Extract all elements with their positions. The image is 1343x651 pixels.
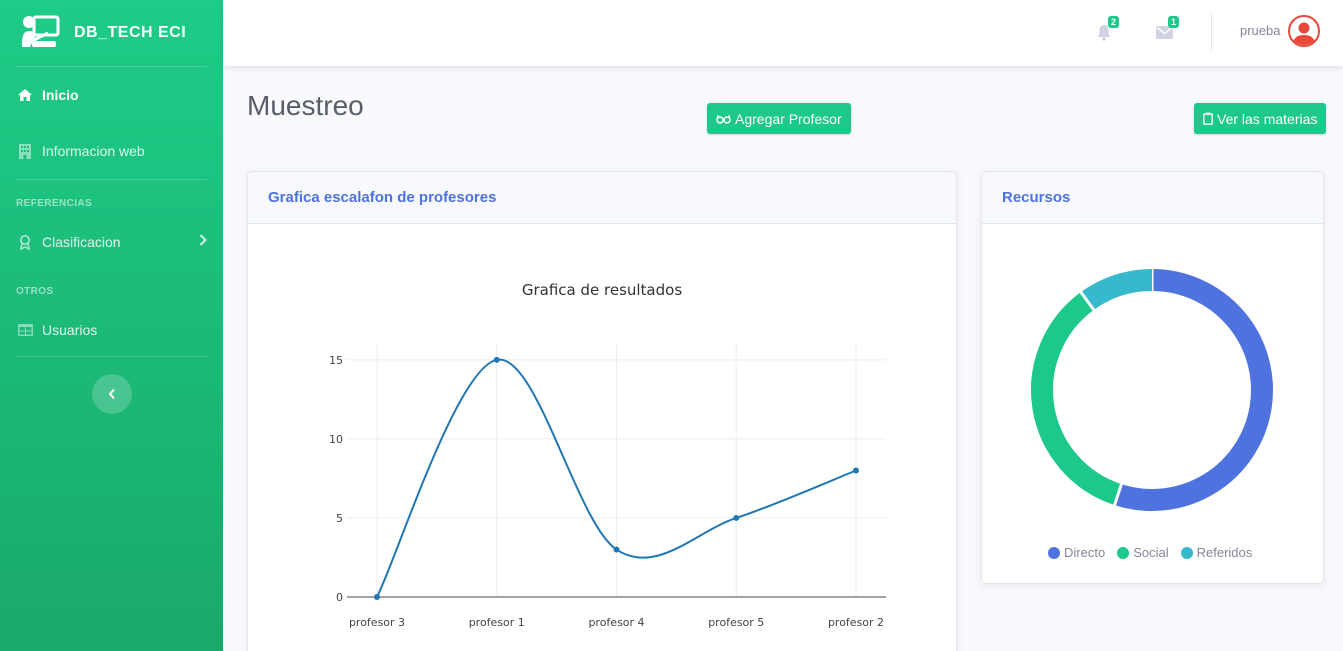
topbar: 2 1 prueba xyxy=(223,0,1343,66)
y-tick-label: 5 xyxy=(336,512,343,525)
donut-slice-social[interactable] xyxy=(1031,292,1122,506)
y-tick-label: 0 xyxy=(336,591,343,604)
chevron-left-icon xyxy=(108,388,115,400)
sidebar-item-usuarios[interactable]: Usuarios xyxy=(0,304,223,356)
y-tick-label: 10 xyxy=(329,433,343,446)
alerts-count-badge: 2 xyxy=(1107,16,1119,28)
donut-slice-referidos[interactable] xyxy=(1080,269,1153,311)
x-tick-label: profesor 3 xyxy=(349,616,405,629)
table-icon xyxy=(16,324,34,336)
messages-count-badge: 1 xyxy=(1167,16,1179,28)
sidebar-brand[interactable]: DB_TECH ECI xyxy=(0,0,223,66)
user-name[interactable]: prueba xyxy=(1240,23,1280,38)
clipboard-icon xyxy=(1203,112,1213,125)
sidebar-item-clasificacion[interactable]: Clasificacion xyxy=(0,216,223,268)
brand-name: DB_TECH ECI xyxy=(74,24,187,41)
x-tick-label: profesor 5 xyxy=(708,616,764,629)
legend-dot-social xyxy=(1117,546,1130,559)
x-tick-label: profesor 1 xyxy=(469,616,525,629)
legend-label: Referidos xyxy=(1196,545,1253,560)
legend-item-social[interactable]: Social xyxy=(1117,545,1169,560)
sidebar-item-label: Clasificacion xyxy=(42,234,121,250)
data-point[interactable] xyxy=(493,356,500,363)
sidebar-item-label: Usuarios xyxy=(42,322,98,338)
sidebar-item-label: Informacion web xyxy=(42,143,145,159)
x-tick-label: profesor 2 xyxy=(828,616,884,629)
sidebar-heading-otros: OTROS xyxy=(16,286,54,297)
donut-legend: Directo Social Referidos xyxy=(1048,545,1252,560)
legend-label: Social xyxy=(1133,545,1169,560)
glasses-icon xyxy=(716,114,731,124)
view-subjects-button[interactable]: Ver las materias xyxy=(1194,103,1327,134)
donut-slice-directo[interactable] xyxy=(1114,269,1273,511)
messages-button[interactable]: 1 xyxy=(1153,16,1179,42)
data-point[interactable] xyxy=(733,514,740,521)
home-icon xyxy=(16,88,34,102)
alerts-button[interactable]: 2 xyxy=(1093,16,1119,42)
teacher-logo-icon xyxy=(22,15,60,47)
legend-item-directo[interactable]: Directo xyxy=(1048,545,1105,560)
page-title: Muestreo xyxy=(247,90,364,121)
sidebar-item-label: Inicio xyxy=(42,87,79,103)
sidebar-item-informacion-web[interactable]: Informacion web xyxy=(0,123,223,179)
y-tick-label: 15 xyxy=(329,354,343,367)
sidebar-toggle-button[interactable] xyxy=(91,374,132,414)
legend-item-referidos[interactable]: Referidos xyxy=(1180,545,1253,560)
building-icon xyxy=(16,143,34,159)
x-tick-label: profesor 4 xyxy=(588,616,644,629)
legend-dot-referidos xyxy=(1180,546,1193,559)
teacher-chart-card-header: Grafica escalafon de profesores xyxy=(248,172,956,224)
topbar-divider xyxy=(1211,12,1212,52)
add-teacher-button[interactable]: Agregar Profesor xyxy=(707,103,851,134)
sidebar-divider xyxy=(16,356,207,357)
user-avatar-icon xyxy=(1293,22,1315,45)
data-point[interactable] xyxy=(613,546,620,553)
sidebar-heading-referencias: REFERENCIAS xyxy=(16,198,93,209)
award-icon xyxy=(16,234,34,250)
legend-dot-directo xyxy=(1048,546,1060,559)
legend-label: Directo xyxy=(1064,545,1106,560)
user-avatar[interactable] xyxy=(1288,15,1320,47)
resources-card-header: Recursos xyxy=(982,172,1323,224)
donut-chart[interactable] xyxy=(981,224,1324,534)
chevron-right-icon xyxy=(199,233,207,251)
view-subjects-button-label: Ver las materias xyxy=(1217,110,1318,127)
line-chart[interactable]: 0 5 10 15 profesor 3 profesor 1 profesor 4 prof… xyxy=(247,224,957,651)
data-point[interactable] xyxy=(853,467,859,474)
data-point[interactable] xyxy=(374,594,380,600)
sidebar-item-inicio[interactable]: Inicio xyxy=(0,67,223,123)
sidebar: DB_TECH ECI Inicio Informacion web REFER… xyxy=(0,0,223,651)
add-teacher-button-label: Agregar Profesor xyxy=(735,110,842,127)
